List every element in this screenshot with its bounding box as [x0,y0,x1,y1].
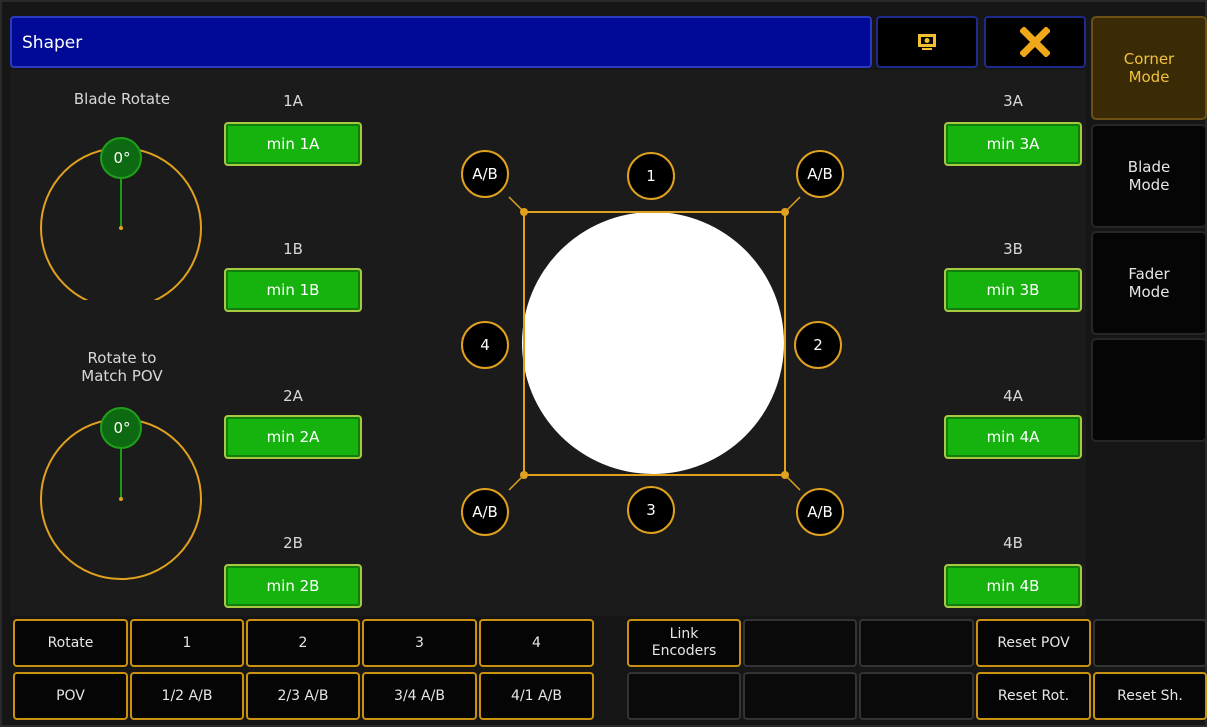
pov-button[interactable]: POV [13,672,128,720]
corner-ab-top-left-badge[interactable]: A/B [461,150,509,198]
blade-rotate-label: Blade Rotate [73,90,171,108]
window-title: Shaper [22,33,83,53]
shaper-preview [508,196,801,491]
corner-1-2-ab-button[interactable]: 1/2 A/B [130,672,244,720]
blade-3b-label: 3B [1003,240,1023,258]
blade-2-button[interactable]: 2 [246,619,360,667]
blade-3a-label: 3A [1003,92,1023,110]
reset-pov-button[interactable]: Reset POV [976,619,1091,667]
min-2b-button[interactable]: min 2B [224,564,362,608]
min-1a-button[interactable]: min 1A [224,122,362,166]
screenshot-button[interactable] [876,16,978,68]
shaper-window: Shaper Corner Mode Blade Mode Fader Mode… [0,0,1207,727]
blade-rotate-value: 0° [113,149,131,167]
close-button[interactable] [984,16,1086,68]
screenshot-icon [918,34,936,50]
blade-2a-label: 2A [283,387,303,405]
reset-rotation-button[interactable]: Reset Rot. [976,672,1091,720]
blade-4a-label: 4A [1003,387,1023,405]
title-bar: Shaper [10,16,872,68]
rotate-button[interactable]: Rotate [13,619,128,667]
blade-4-badge[interactable]: 4 [461,321,509,369]
blade-mode-label: Blade Mode [1127,158,1171,194]
min-1b-button[interactable]: min 1B [224,268,362,312]
reset-shaper-button[interactable]: Reset Sh. [1093,672,1207,720]
corner-ab-top-right-badge[interactable]: A/B [796,150,844,198]
empty-mode-button[interactable] [1091,338,1207,442]
empty-button[interactable] [743,619,857,667]
corner-4-1-ab-button[interactable]: 4/1 A/B [479,672,594,720]
blade-1-button[interactable]: 1 [130,619,244,667]
corner-mode-label: Corner Mode [1123,50,1175,86]
blade-4b-label: 4B [1003,534,1023,552]
blade-2b-label: 2B [283,534,303,552]
min-4b-button[interactable]: min 4B [944,564,1082,608]
min-3a-button[interactable]: min 3A [944,122,1082,166]
empty-button[interactable] [859,672,974,720]
corner-ab-bottom-left-badge[interactable]: A/B [461,488,509,536]
rotate-pov-value: 0° [113,419,131,437]
corner-2-3-ab-button[interactable]: 2/3 A/B [246,672,360,720]
link-encoders-button[interactable]: Link Encoders [627,619,741,667]
fader-mode-button[interactable]: Fader Mode [1091,231,1207,335]
corner-mode-button[interactable]: Corner Mode [1091,16,1207,120]
min-3b-button[interactable]: min 3B [944,268,1082,312]
empty-button[interactable] [627,672,741,720]
blade-4-button[interactable]: 4 [479,619,594,667]
blade-1b-label: 1B [283,240,303,258]
blade-2-badge[interactable]: 2 [794,321,842,369]
corner-3-4-ab-button[interactable]: 3/4 A/B [362,672,477,720]
blade-1a-label: 1A [283,92,303,110]
min-2a-button[interactable]: min 2A [224,415,362,459]
blade-mode-button[interactable]: Blade Mode [1091,124,1207,228]
rotate-pov-label: Rotate to Match POV [81,349,163,385]
fader-mode-label: Fader Mode [1128,265,1170,301]
beam-circle [522,212,784,474]
min-4a-button[interactable]: min 4A [944,415,1082,459]
empty-button[interactable] [1093,619,1207,667]
empty-button[interactable] [743,672,857,720]
blade-1-badge[interactable]: 1 [627,152,675,200]
corner-ab-bottom-right-badge[interactable]: A/B [796,488,844,536]
close-icon [1020,27,1050,57]
empty-button[interactable] [859,619,974,667]
blade-3-button[interactable]: 3 [362,619,477,667]
blade-3-badge[interactable]: 3 [627,486,675,534]
